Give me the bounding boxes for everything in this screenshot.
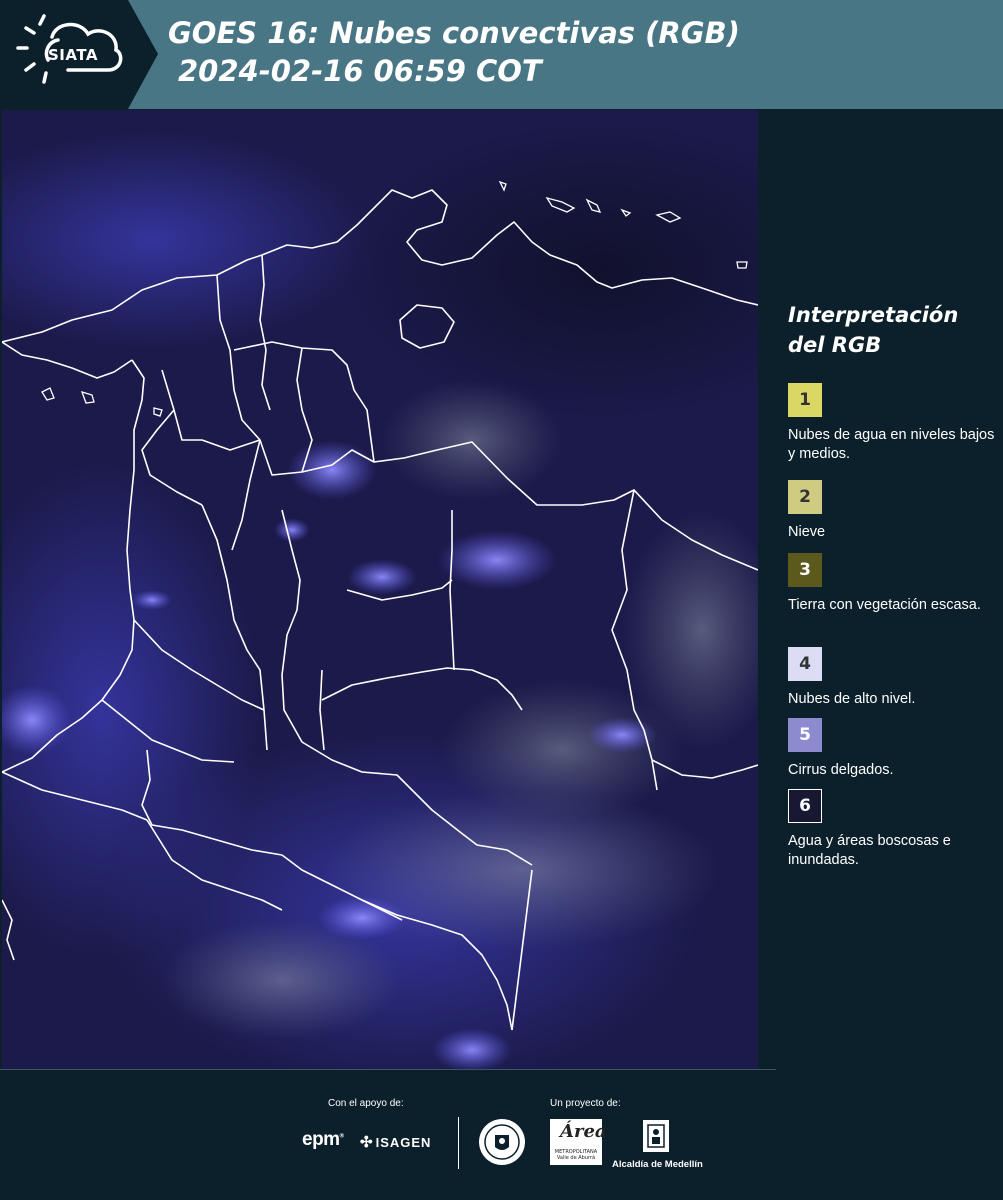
title-datetime: 2024-02-16 06:59 COT — [178, 54, 542, 88]
legend-swatch-3: 3 — [788, 553, 822, 587]
legend-swatch-2: 2 — [788, 480, 822, 514]
satellite-map — [2, 110, 758, 1069]
legend-item-4: 4 Nubes de alto nivel. — [788, 647, 998, 709]
legend-item-1: 1 Nubes de agua en niveles bajos y medio… — [788, 383, 998, 464]
legend-item-5: 5 Cirrus delgados. — [788, 718, 998, 780]
legend-label-6: Agua y áreas boscosas e inundadas. — [788, 833, 951, 868]
legend-label-3: Tierra con vegetación escasa. — [788, 597, 981, 613]
footer-divider — [0, 1069, 776, 1070]
legend-item-3: 3 Tierra con vegetación escasa. — [788, 553, 998, 615]
satellite-map-icon — [2, 110, 758, 1069]
isagen-logo: ✣ ISAGEN — [360, 1134, 432, 1151]
legend-panel: Interpretación del RGB 1 Nubes de agua e… — [770, 110, 1003, 1069]
support-label: Con el apoyo de: — [328, 1098, 404, 1109]
legend-label-1: Nubes de agua en niveles bajos y medios. — [788, 427, 995, 462]
logo-text: SIATA — [48, 46, 99, 64]
footer-vertical-divider — [458, 1117, 459, 1169]
footer: Con el apoyo de: Un proyecto de: epm® ✣ I… — [0, 1069, 1003, 1200]
epm-logo: epm® — [302, 1129, 344, 1150]
project-label: Un proyecto de: — [550, 1098, 621, 1109]
legend-swatch-1: 1 — [788, 383, 822, 417]
legend-swatch-5: 5 — [788, 718, 822, 752]
legend-swatch-6: 6 — [788, 789, 822, 823]
legend-label-4: Nubes de alto nivel. — [788, 691, 916, 707]
alcaldia-shield-icon — [643, 1120, 669, 1152]
legend-title: Interpretación del RGB — [788, 303, 959, 357]
title-main: GOES 16: Nubes convectivas (RGB) — [168, 16, 740, 50]
university-seal-icon — [479, 1119, 525, 1165]
legend-label-5: Cirrus delgados. — [788, 762, 894, 778]
page-title: GOES 16: Nubes convectivas (RGB) 2024-02… — [168, 14, 740, 90]
legend-item-6: 6 Agua y áreas boscosas e inundadas. — [788, 789, 998, 870]
isagen-mark-icon: ✣ — [360, 1134, 374, 1151]
legend-swatch-4: 4 — [788, 647, 822, 681]
legend-item-2: 2 Nieve — [788, 480, 998, 542]
siata-logo: SIATA — [0, 0, 158, 109]
header-bar: SIATA GOES 16: Nubes convectivas (RGB) 2… — [0, 0, 1003, 109]
legend-label-2: Nieve — [788, 524, 826, 540]
alcaldia-label: Alcaldía de Medellín — [612, 1159, 703, 1170]
area-metropolitana-logo: Área METROPOLITANA Valle de Aburrá — [550, 1119, 607, 1165]
